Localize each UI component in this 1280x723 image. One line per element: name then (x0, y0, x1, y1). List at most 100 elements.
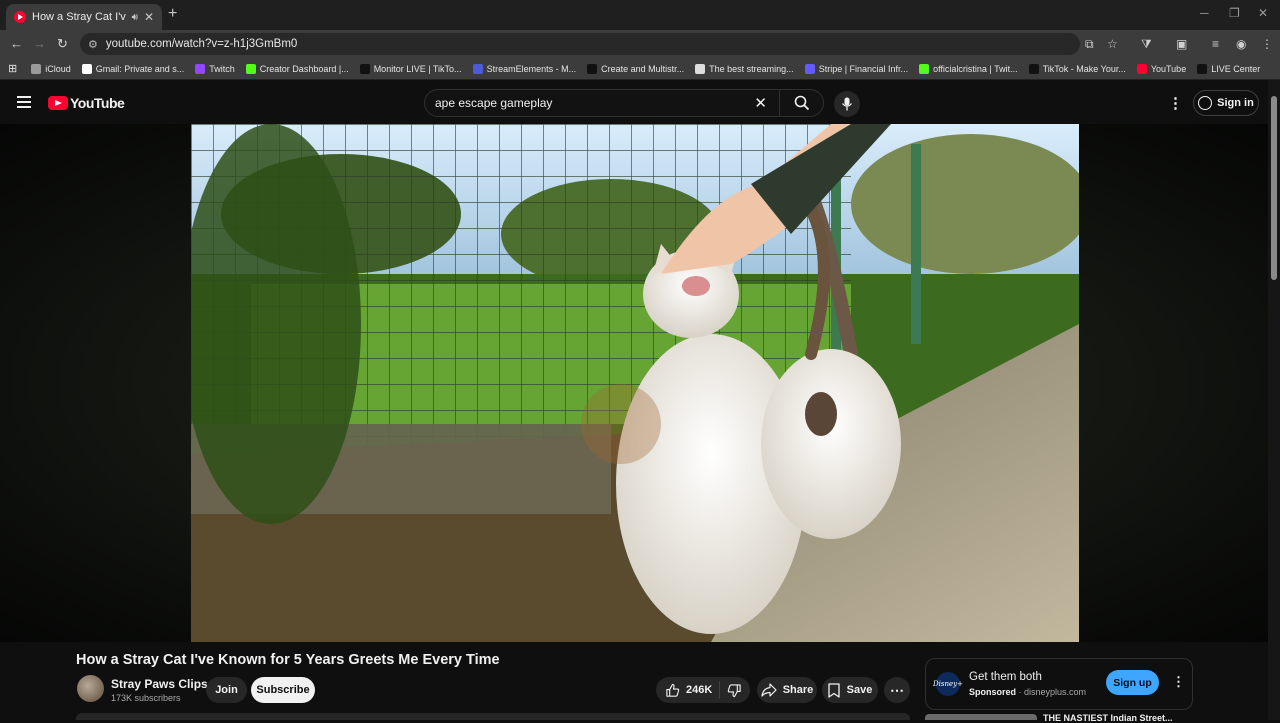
search-box[interactable]: ape escape gameplay ✕ (424, 89, 824, 117)
bookmark-favicon-icon (804, 63, 815, 74)
bookmark-item[interactable]: iCloud (31, 63, 71, 74)
page-scrollbar[interactable] (1268, 80, 1280, 720)
ad-menu-kebab-icon[interactable]: ⋮ (1172, 674, 1185, 690)
minimize-icon[interactable]: ─ (1200, 6, 1209, 20)
youtube-favicon-icon (14, 11, 26, 23)
thumbs-up-icon (666, 683, 680, 697)
more-horizontal-icon: ⋯ (890, 681, 904, 698)
bookmark-favicon-icon (195, 63, 206, 74)
description-box[interactable] (76, 713, 910, 720)
disney-plus-logo: Disney+ (933, 672, 963, 696)
logo-text: YouTube (70, 95, 125, 111)
bookmark-favicon-icon (359, 63, 370, 74)
speaker-icon[interactable]: 🔊︎ (132, 12, 138, 23)
like-button[interactable]: 246K (665, 683, 712, 698)
bookmark-label: LIVE Center (1211, 63, 1261, 74)
browser-tab[interactable]: How a Stray Cat I've Known 🔊︎ ✕ (6, 4, 162, 30)
next-video-title[interactable]: THE NASTIEST Indian Street... (1043, 713, 1173, 723)
bookmark-item[interactable]: The best streaming... (695, 63, 794, 74)
video-title: How a Stray Cat I've Known for 5 Years G… (76, 652, 500, 668)
bookmark-favicon-icon (81, 63, 92, 74)
channel-name[interactable]: Stray Paws Clips (111, 677, 208, 691)
sponsored-ad-card[interactable]: Disney+ Get them both Sponsored · disney… (925, 658, 1193, 710)
bookmark-favicon-icon (1197, 63, 1208, 74)
browser-tab-strip: How a Stray Cat I've Known 🔊︎ ✕ + ─ ❐ ✕ (0, 0, 1280, 30)
share-label: Share (782, 684, 814, 696)
back-icon[interactable]: ← (10, 36, 23, 51)
search-button[interactable] (779, 90, 823, 116)
bookmark-item[interactable]: Create and Multistr... (587, 63, 684, 74)
sign-in-label: Sign in (1217, 97, 1254, 109)
sign-in-button[interactable]: Sign in (1193, 90, 1259, 116)
video-player[interactable] (0, 124, 1268, 642)
forward-icon[interactable]: → (33, 36, 46, 51)
sponsored-label: Sponsored (969, 687, 1017, 697)
bookmark-icon (827, 682, 840, 698)
window-close-icon[interactable]: ✕ (1258, 6, 1268, 20)
bookmark-label: officialcristina | Twit... (933, 63, 1018, 74)
bookmark-item[interactable]: Creator Dashboard |... (245, 63, 349, 74)
bookmark-star-icon[interactable]: ☆ (1107, 37, 1118, 51)
bookmark-item[interactable]: Stripe | Financial Infr... (804, 63, 909, 74)
bookmark-label: The best streaming... (709, 63, 794, 74)
bookmark-item[interactable]: officialcristina | Twit... (919, 63, 1018, 74)
extensions-icon[interactable]: ⧩ (1141, 37, 1152, 52)
next-video-thumbnail[interactable] (925, 714, 1037, 720)
join-button[interactable]: Join (206, 677, 247, 703)
clear-search-icon[interactable]: ✕ (754, 94, 767, 112)
youtube-logo[interactable]: YouTube (48, 95, 125, 111)
bookmark-item[interactable]: StreamElements - M... (472, 63, 576, 74)
reload-icon[interactable]: ↻ (57, 36, 68, 52)
bookmark-label: Monitor LIVE | TikTo... (373, 63, 462, 74)
youtube-header: YouTube ape escape gameplay ✕ ⋮ Sign in (0, 80, 1268, 124)
new-tab-button[interactable]: + (168, 5, 177, 23)
subscriber-count: 173K subscribers (111, 693, 181, 703)
microphone-icon (841, 97, 853, 111)
restore-icon[interactable]: ❐ (1229, 6, 1240, 20)
apps-grid-icon[interactable]: ⊞ (8, 62, 17, 75)
video-still-image (191, 124, 1079, 642)
bookmark-item[interactable]: Twitch (195, 63, 235, 74)
share-button[interactable]: Share (757, 677, 817, 703)
share-icon (761, 683, 777, 697)
scrollbar-thumb[interactable] (1271, 96, 1277, 280)
bookmark-item[interactable]: Monitor LIVE | TikTo... (359, 63, 462, 74)
bookmark-favicon-icon (245, 63, 256, 74)
address-bar[interactable]: ⚙ youtube.com/watch?v=z-h1j3GmBm0 (80, 33, 1080, 55)
bookmark-label: TikTok - Make Your... (1042, 63, 1126, 74)
search-input[interactable]: ape escape gameplay (435, 96, 754, 110)
bookmark-item[interactable]: Gmail: Private and s... (81, 63, 185, 74)
profile-icon[interactable]: ◉ (1236, 37, 1246, 51)
media-controls-icon[interactable]: ≡ (1212, 37, 1219, 51)
tab-title: How a Stray Cat I've Known (32, 11, 126, 23)
like-divider (719, 681, 721, 699)
voice-search-button[interactable] (834, 91, 860, 117)
bookmark-label: Stripe | Financial Infr... (818, 63, 909, 74)
bookmark-favicon-icon (695, 63, 706, 74)
channel-avatar[interactable] (77, 675, 104, 702)
tab-close-icon[interactable]: ✕ (144, 10, 154, 24)
bookmark-label: iCloud (45, 63, 71, 74)
menu-icon[interactable] (17, 96, 31, 108)
video-frame[interactable] (191, 124, 1079, 642)
more-actions-button[interactable]: ⋯ (884, 677, 910, 703)
bookmark-item[interactable]: TikTok - Make Your... (1028, 63, 1126, 74)
browser-menu-icon[interactable]: ⋮ (1261, 37, 1273, 51)
bookmark-item[interactable]: YouTube (1136, 63, 1187, 74)
save-button[interactable]: Save (822, 677, 878, 703)
bookmark-item[interactable]: LIVE Center (1197, 63, 1261, 74)
site-info-icon[interactable]: ⚙ (88, 38, 98, 51)
subscribe-button[interactable]: Subscribe (251, 677, 315, 703)
settings-kebab-icon[interactable]: ⋮ (1168, 94, 1183, 112)
dislike-button[interactable] (727, 683, 742, 698)
bookmark-favicon-icon (472, 63, 483, 74)
bookmark-label: Gmail: Private and s... (95, 63, 185, 74)
bookmark-favicon-icon (919, 63, 930, 74)
ad-subtitle: Sponsored · disneyplus.com (969, 687, 1087, 697)
save-label: Save (846, 684, 873, 696)
split-view-icon[interactable]: ▣ (1176, 37, 1187, 51)
browser-toolbar: ← → ↻ ⚙ youtube.com/watch?v=z-h1j3GmBm0 … (0, 30, 1280, 58)
bookmark-label: YouTube (1150, 63, 1187, 74)
sign-up-button[interactable]: Sign up (1106, 670, 1159, 695)
install-app-icon[interactable]: ⧉ (1085, 37, 1094, 52)
